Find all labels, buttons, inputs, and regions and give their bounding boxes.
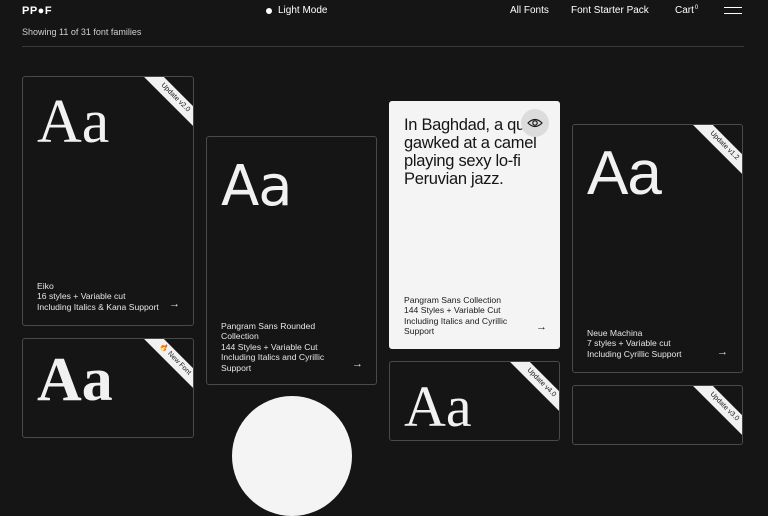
- font-card-update-v3[interactable]: Update v3.0: [572, 385, 743, 445]
- font-name: Pangram Sans Collection: [404, 295, 501, 305]
- mode-dot-icon: [266, 7, 272, 14]
- font-info: Eiko 16 styles + Variable cut Including …: [37, 281, 159, 312]
- font-support: Including Italics and Cyrillic Support: [221, 352, 325, 373]
- font-specimen: Aa: [404, 374, 472, 439]
- arrow-right-icon[interactable]: →: [352, 359, 363, 370]
- font-card-eiko[interactable]: Update v2.0 Aa Eiko 16 styles + Variable…: [22, 76, 194, 326]
- font-support: Including Cyrillic Support: [587, 348, 682, 359]
- site-logo[interactable]: PP●F: [22, 5, 52, 17]
- cart-count: 0: [694, 5, 699, 11]
- font-info: Pangram Sans Collection 144 Styles + Var…: [404, 295, 524, 337]
- new-font-ribbon: 🔥New Font: [141, 339, 193, 394]
- font-styles: 7 styles + Variable cut: [587, 338, 671, 349]
- nav-font-starter-pack[interactable]: Font Starter Pack: [571, 5, 649, 16]
- font-name: Neue Machina: [587, 328, 643, 338]
- arrow-right-icon[interactable]: →: [536, 322, 547, 333]
- hamburger-menu-icon[interactable]: [724, 7, 742, 15]
- font-specimen: Aa: [37, 88, 110, 156]
- font-info: Neue Machina 7 styles + Variable cut Inc…: [587, 328, 682, 359]
- update-ribbon: Update v1.2: [690, 125, 742, 180]
- font-styles: 144 Styles + Variable Cut: [221, 341, 318, 352]
- eye-icon[interactable]: [521, 109, 549, 137]
- font-card-update-v4[interactable]: Update v4.0 Aa: [389, 361, 560, 441]
- font-specimen: Aa: [37, 346, 113, 414]
- nav-all-fonts[interactable]: All Fonts: [510, 5, 549, 16]
- mode-label: Light Mode: [278, 5, 328, 16]
- header-divider: [22, 46, 744, 47]
- font-styles: 144 Styles + Variable Cut: [404, 305, 501, 316]
- update-ribbon: Update v4.0: [507, 362, 559, 417]
- font-info: Pangram Sans Rounded Collection 144 Styl…: [221, 321, 341, 373]
- light-mode-toggle[interactable]: Light Mode: [266, 5, 327, 16]
- arrow-right-icon[interactable]: →: [169, 299, 180, 310]
- top-navigation: PP●F Light Mode All Fonts Font Starter P…: [0, 0, 768, 24]
- cart-label: Cart: [675, 5, 694, 16]
- update-ribbon: Update v2.0: [141, 77, 193, 132]
- font-card-new-font[interactable]: 🔥New Font Aa: [22, 338, 194, 438]
- font-support: Including Italics & Kana Support: [37, 301, 159, 312]
- update-ribbon: Update v3.0: [690, 386, 742, 441]
- font-specimen: Aa: [221, 154, 293, 219]
- font-card-pangram-rounded[interactable]: Aa Pangram Sans Rounded Collection 144 S…: [206, 136, 377, 385]
- nav-cart[interactable]: Cart0: [675, 5, 698, 16]
- font-specimen: Aa: [587, 139, 662, 208]
- results-count: Showing 11 of 31 font families: [22, 27, 142, 37]
- font-styles: 16 styles + Variable cut: [37, 291, 126, 302]
- font-name: Pangram Sans Rounded Collection: [221, 321, 316, 342]
- font-card-pangram-sans[interactable]: In Baghdad, a quail gawked at a camel pl…: [389, 101, 560, 349]
- font-name: Eiko: [37, 281, 54, 291]
- font-card-neue-machina[interactable]: Update v1.2 Aa Neue Machina 7 styles + V…: [572, 124, 743, 373]
- arrow-right-icon[interactable]: →: [717, 347, 728, 358]
- font-support: Including Italics and Cyrillic Support: [404, 315, 508, 337]
- circle-specimen-shape: [232, 396, 352, 516]
